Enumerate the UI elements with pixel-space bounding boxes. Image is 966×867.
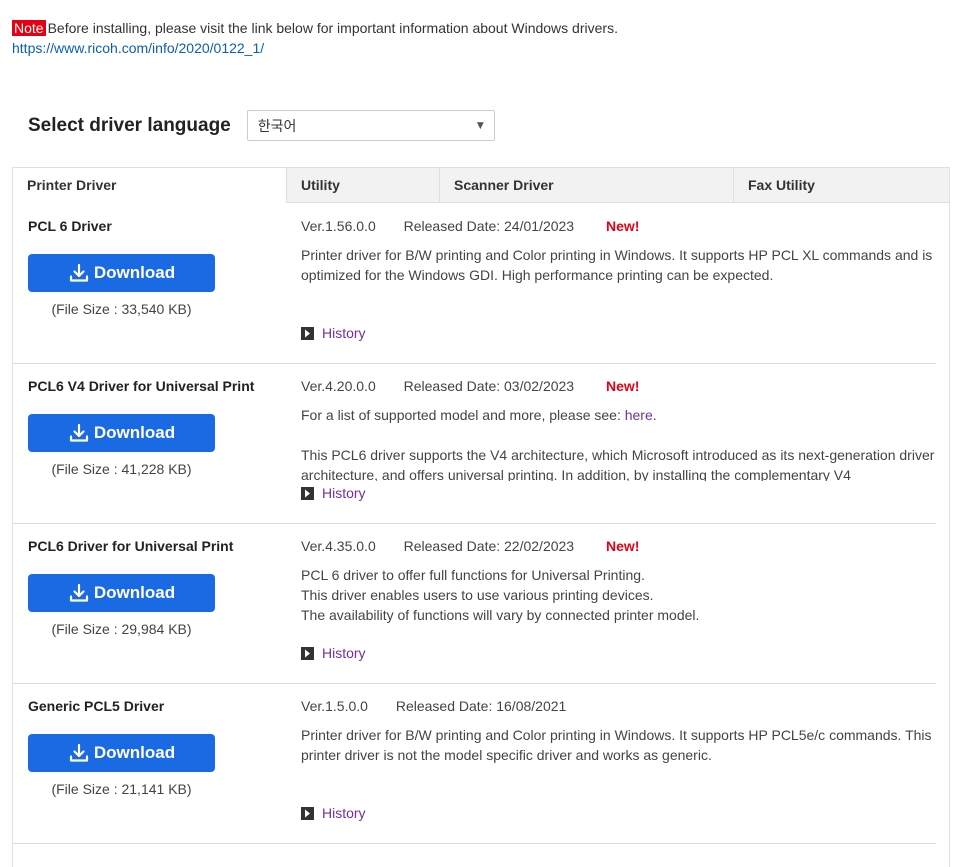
download-icon bbox=[69, 743, 88, 762]
download-icon bbox=[69, 423, 88, 442]
release-date: Released Date: 16/08/2021 bbox=[395, 698, 567, 714]
language-select[interactable]: 한국어 ▼ bbox=[246, 110, 495, 141]
driver-meta: Ver.4.20.0.0 Released Date: 03/02/2023 N… bbox=[301, 378, 639, 394]
driver-row-pcl6-v4: PCL6 V4 Driver for Universal Print Downl… bbox=[13, 363, 936, 524]
driver-description: For a list of supported model and more, … bbox=[301, 405, 937, 481]
download-button[interactable]: Download bbox=[28, 734, 215, 772]
file-size: (File Size : 41,228 KB) bbox=[51, 461, 192, 477]
new-badge: New! bbox=[605, 378, 640, 394]
driver-meta: Ver.1.56.0.0 Released Date: 24/01/2023 N… bbox=[301, 218, 639, 234]
tab-utility[interactable]: Utility bbox=[286, 167, 439, 203]
driver-version: Ver.4.35.0.0 bbox=[301, 538, 376, 554]
history-label: History bbox=[322, 325, 366, 341]
download-icon bbox=[69, 583, 88, 602]
download-button[interactable]: Download bbox=[28, 254, 215, 292]
history-link[interactable]: History bbox=[301, 805, 366, 821]
driver-name: Generic PCL5 Driver bbox=[28, 698, 165, 714]
driver-description: Printer driver for B/W printing and Colo… bbox=[301, 245, 937, 285]
description-text: This PCL6 driver supports the V4 archite… bbox=[301, 447, 935, 481]
tab-printer-driver[interactable]: Printer Driver bbox=[13, 167, 286, 203]
file-size: (File Size : 29,984 KB) bbox=[51, 621, 192, 637]
language-label: Select driver language bbox=[28, 114, 231, 136]
language-selected-value: 한국어 bbox=[257, 118, 297, 135]
download-label: Download bbox=[93, 583, 176, 602]
download-button[interactable]: Download bbox=[28, 414, 215, 452]
driver-version: Ver.4.20.0.0 bbox=[301, 378, 376, 394]
driver-meta: Ver.1.5.0.0 Released Date: 16/08/2021 bbox=[301, 698, 594, 714]
driver-name: PCL6 V4 Driver for Universal Print bbox=[28, 378, 255, 394]
tab-fax-utility[interactable]: Fax Utility bbox=[733, 167, 949, 203]
description-line: This driver enables users to use various… bbox=[301, 587, 654, 603]
chevron-right-icon bbox=[301, 806, 314, 820]
new-badge: New! bbox=[605, 538, 640, 554]
driver-row-pcl6-universal: PCL6 Driver for Universal Print Download… bbox=[13, 523, 936, 684]
description-line: The availability of functions will vary … bbox=[301, 607, 700, 623]
description-text: . bbox=[652, 407, 657, 423]
driver-row-generic-pcl5: Generic PCL5 Driver Download (File Size … bbox=[13, 683, 936, 844]
download-button[interactable]: Download bbox=[28, 574, 215, 612]
description-line: PCL 6 driver to offer full functions for… bbox=[301, 567, 645, 583]
description-line: For a list of supported model and more, … bbox=[301, 405, 937, 425]
chevron-right-icon bbox=[301, 486, 314, 500]
chevron-right-icon bbox=[301, 646, 314, 660]
file-size: (File Size : 21,141 KB) bbox=[51, 781, 192, 797]
note-badge: Note bbox=[12, 20, 46, 36]
description-text: Printer driver for B/W printing and Colo… bbox=[301, 727, 932, 763]
history-link[interactable]: History bbox=[301, 645, 366, 661]
new-badge: New! bbox=[605, 218, 640, 234]
download-label: Download bbox=[93, 743, 176, 762]
driver-description: Printer driver for B/W printing and Colo… bbox=[301, 725, 937, 765]
driver-version: Ver.1.56.0.0 bbox=[301, 218, 376, 234]
release-date: Released Date: 22/02/2023 bbox=[403, 538, 575, 554]
chevron-down-icon: ▼ bbox=[476, 120, 484, 131]
tab-bar: Printer Driver Utility Scanner Driver Fa… bbox=[13, 167, 949, 203]
tab-scanner-driver[interactable]: Scanner Driver bbox=[439, 167, 733, 203]
driver-row-pcl6: PCL 6 Driver Download (File Size : 33,54… bbox=[13, 203, 936, 364]
download-label: Download bbox=[93, 423, 176, 442]
driver-description: PCL 6 driver to offer full functions for… bbox=[301, 565, 937, 629]
release-date: Released Date: 24/01/2023 bbox=[403, 218, 575, 234]
supported-models-link[interactable]: here bbox=[625, 407, 653, 423]
release-date: Released Date: 03/02/2023 bbox=[403, 378, 575, 394]
history-label: History bbox=[322, 645, 366, 661]
driver-name: PCL6 Driver for Universal Print bbox=[28, 538, 234, 554]
description-text: Printer driver for B/W printing and Colo… bbox=[301, 247, 933, 283]
history-label: History bbox=[322, 805, 366, 821]
driver-meta: Ver.4.35.0.0 Released Date: 22/02/2023 N… bbox=[301, 538, 639, 554]
history-label: History bbox=[322, 485, 366, 501]
windows-driver-info-link[interactable]: https://www.ricoh.com/info/2020/0122_1/ bbox=[12, 40, 264, 56]
driver-tabs-panel: Printer Driver Utility Scanner Driver Fa… bbox=[12, 167, 950, 867]
note-text: Before installing, please visit the link… bbox=[47, 20, 618, 36]
chevron-right-icon bbox=[301, 326, 314, 340]
description-text: For a list of supported model and more, … bbox=[301, 407, 625, 423]
language-selector-row: Select driver language 한국어 ▼ bbox=[28, 110, 495, 141]
install-note: Note Before installing, please visit the … bbox=[12, 20, 618, 36]
file-size: (File Size : 33,540 KB) bbox=[51, 301, 192, 317]
download-label: Download bbox=[93, 263, 176, 282]
history-link[interactable]: History bbox=[301, 485, 366, 501]
driver-version: Ver.1.5.0.0 bbox=[301, 698, 368, 714]
history-link[interactable]: History bbox=[301, 325, 366, 341]
driver-name: PCL 6 Driver bbox=[28, 218, 112, 234]
download-icon bbox=[69, 263, 88, 282]
